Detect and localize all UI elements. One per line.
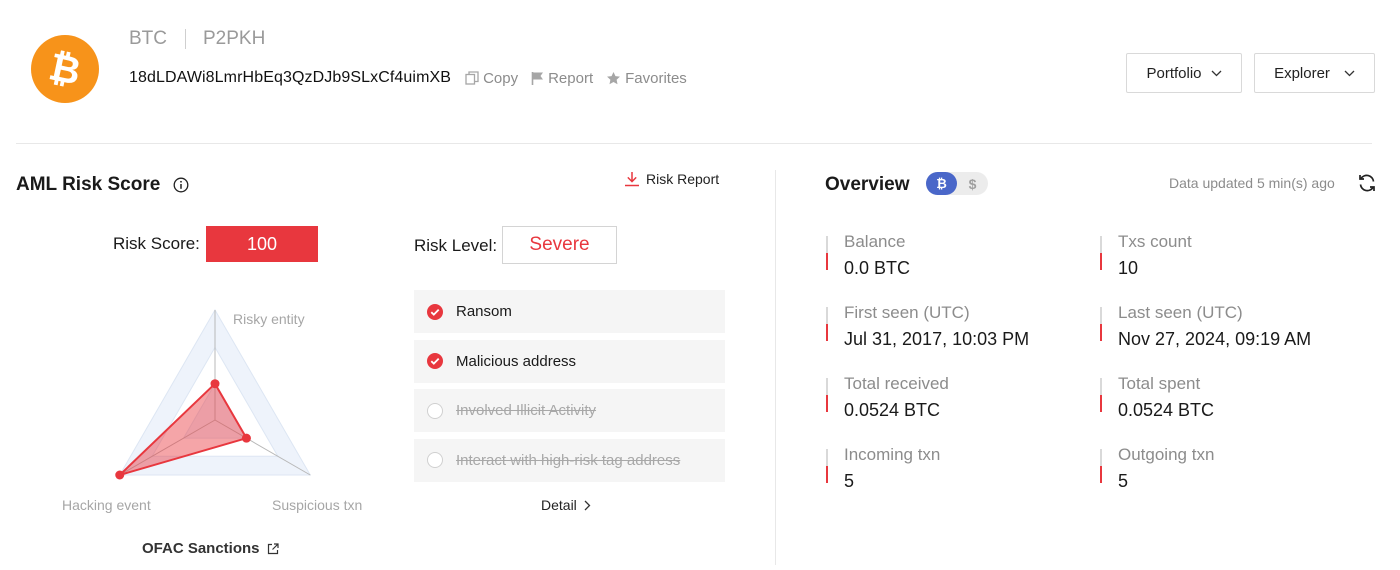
stat-value: 0.0524 BTC (1118, 400, 1215, 420)
bitcoin-icon: ₿ (31, 35, 99, 103)
star-icon (607, 71, 621, 84)
check-circle-icon (427, 303, 443, 320)
stat-label: First seen (UTC) (844, 303, 970, 322)
explorer-label: Explorer (1274, 64, 1330, 82)
radar-data-point (241, 433, 251, 443)
report-button[interactable]: Report (531, 70, 593, 87)
stat-value: Jul 31, 2017, 10:03 PM (844, 329, 1030, 349)
detail-link[interactable]: Detail (541, 497, 591, 513)
stat-bar-accent (826, 253, 828, 270)
risk-tag-list: Ransom Malicious address Involved Illicit … (414, 290, 725, 488)
risk-tag-item: Ransom (414, 290, 725, 333)
usd-toggle-button[interactable]: $ (957, 172, 988, 195)
stat-value: 0.0524 BTC (844, 400, 941, 420)
radar-axis-label: Suspicious txn (272, 497, 363, 513)
stat-value: 5 (1118, 471, 1129, 491)
overview-title: Overview (825, 174, 910, 195)
risk-level-label: Risk Level: (414, 236, 498, 255)
stat-value: 5 (844, 471, 855, 491)
stat-bar-accent (1100, 324, 1102, 341)
stat-bar (826, 449, 828, 466)
stat-value: Nov 27, 2024, 09:19 AM (1118, 329, 1312, 349)
chevron-down-icon (1344, 70, 1355, 76)
radar-data-point (115, 470, 125, 480)
risk-tag-label: Interact with high-risk tag address (456, 451, 681, 469)
currency-toggle: ₿ $ (926, 172, 988, 195)
stat-label: Incoming txn (844, 445, 941, 464)
risk-tag-item: Involved Illicit Activity (414, 389, 725, 433)
header-divider (16, 143, 1372, 144)
stat-label: Total spent (1118, 374, 1201, 393)
risk-score-label: Risk Score: (113, 234, 200, 253)
empty-circle-icon (427, 452, 443, 469)
stat-label: Txs count (1118, 232, 1192, 251)
wallet-address: 18dLDAWi8LmrHbEq3QzDJb9SLxCf4uimXB (129, 69, 452, 86)
stat-label: Balance (844, 232, 906, 251)
chain-info: BTC P2PKH (129, 28, 265, 50)
divider (185, 29, 186, 49)
radar-data-point (210, 379, 220, 389)
stat-bar-accent (1100, 253, 1102, 270)
risk-score-badge: 100 (206, 226, 318, 262)
chevron-right-icon (584, 500, 591, 510)
aml-section-title: AML Risk Score (16, 174, 189, 196)
stat-bar-accent (1100, 466, 1102, 483)
stat-label: Total received (844, 374, 949, 393)
flag-icon (531, 72, 544, 85)
risk-tag-item: Interact with high-risk tag address (414, 438, 725, 482)
detail-label: Detail (541, 497, 577, 513)
stat-bar-accent (826, 395, 828, 412)
empty-circle-icon (427, 402, 443, 419)
panel-divider (775, 170, 776, 565)
favorites-label: Favorites (625, 69, 687, 87)
stat-bar (826, 378, 828, 395)
stat-label: Outgoing txn (1118, 445, 1215, 464)
svg-text:₿: ₿ (45, 46, 84, 94)
stat-bar-accent (826, 324, 828, 341)
risk-tag-item: Malicious address (414, 339, 725, 383)
report-label: Report (548, 69, 594, 87)
risk-tag-label: Involved Illicit Activity (456, 402, 597, 420)
address-type: P2PKH (203, 28, 266, 49)
stat-bar (1100, 236, 1102, 253)
radar-axis-label: Risky entity (233, 311, 305, 327)
info-icon[interactable] (173, 177, 189, 193)
data-updated-text: Data updated 5 min(s) ago (1169, 175, 1335, 191)
copy-button[interactable]: Copy (465, 70, 518, 87)
ofac-label: OFAC Sanctions (142, 540, 260, 557)
risk-report-download[interactable]: Risk Report (624, 171, 719, 187)
download-icon (625, 172, 639, 187)
ofac-sanctions-link[interactable]: OFAC Sanctions (142, 540, 279, 557)
risk-radar-chart (115, 308, 312, 480)
check-circle-icon (427, 353, 443, 370)
stat-bar (1100, 307, 1102, 324)
chevron-down-icon (1211, 70, 1221, 76)
aml-title-text: AML Risk Score (16, 174, 161, 195)
radar-axis-label: Hacking event (62, 497, 151, 513)
portfolio-dropdown[interactable]: Portfolio (1126, 53, 1242, 93)
stat-bar (1100, 449, 1102, 466)
stat-value: 0.0 BTC (844, 258, 911, 278)
risk-tag-label: Ransom (456, 303, 512, 320)
copy-icon (465, 71, 479, 85)
risk-level-badge: Severe (502, 226, 617, 264)
explorer-dropdown[interactable]: Explorer (1254, 53, 1375, 93)
refresh-icon[interactable] (1357, 173, 1377, 193)
risk-report-label: Risk Report (646, 171, 720, 187)
stat-value: 10 (1118, 258, 1139, 278)
address-row: 18dLDAWi8LmrHbEq3QzDJb9SLxCf4uimXB Copy … (129, 69, 687, 87)
stat-bar-accent (826, 466, 828, 483)
external-link-icon (267, 542, 279, 554)
btc-toggle-button[interactable]: ₿ (926, 172, 957, 195)
stat-bar (826, 307, 828, 324)
stat-bar-accent (1100, 395, 1102, 412)
stat-label: Last seen (UTC) (1118, 303, 1243, 322)
risk-tag-label: Malicious address (456, 352, 577, 370)
portfolio-label: Portfolio (1146, 64, 1202, 82)
chain-name: BTC (129, 28, 167, 49)
copy-label: Copy (483, 69, 519, 87)
stat-bar (1100, 378, 1102, 395)
favorites-button[interactable]: Favorites (606, 70, 687, 87)
stat-bar (826, 236, 828, 253)
